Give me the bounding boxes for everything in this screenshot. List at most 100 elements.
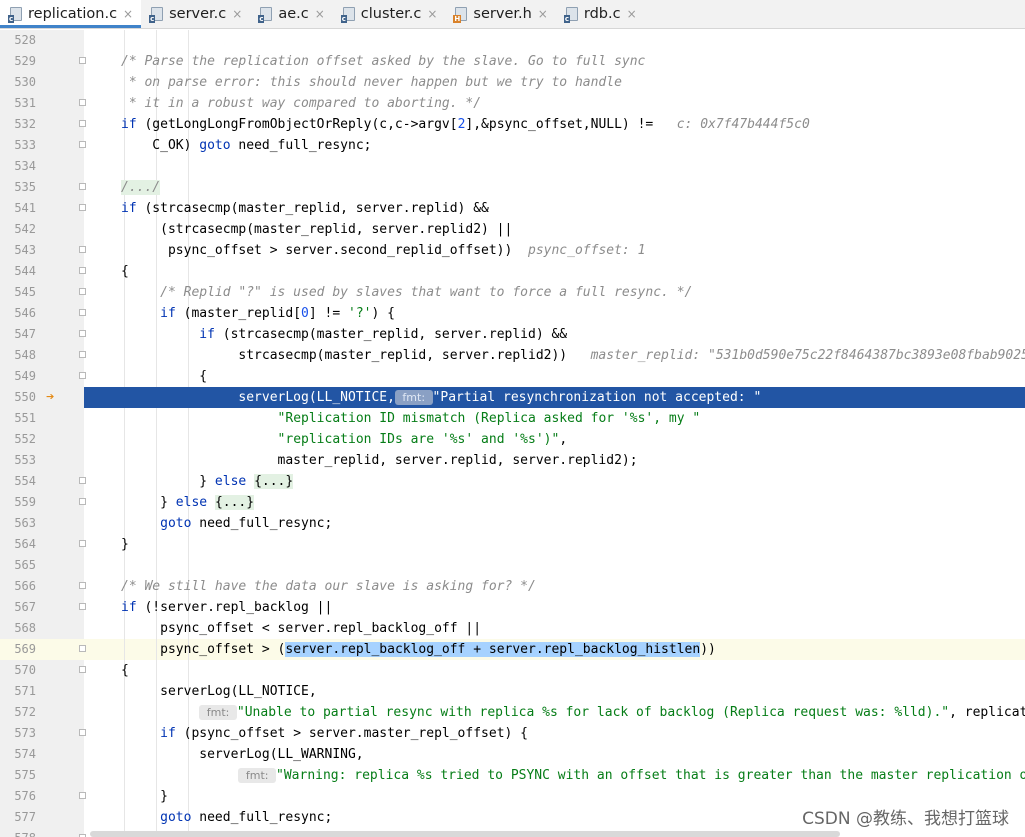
fold-marker-icon[interactable] — [79, 477, 86, 484]
fold-marker-icon[interactable] — [79, 120, 86, 127]
code-line[interactable]: 534 — [0, 156, 1025, 177]
code-line[interactable]: 575 fmt: "Warning: replica %s tried to P… — [0, 765, 1025, 786]
gutter[interactable]: 528 — [0, 30, 84, 51]
gutter[interactable]: 552 — [0, 429, 84, 450]
code-line[interactable]: 551 "Replication ID mismatch (Replica as… — [0, 408, 1025, 429]
code-editor[interactable]: 528 529 /* Parse the replication offset as… — [0, 30, 1025, 837]
code-line[interactable]: 544 { — [0, 261, 1025, 282]
gutter[interactable]: 572 — [0, 702, 84, 723]
gutter[interactable]: 542 — [0, 219, 84, 240]
tab-cluster-c[interactable]: c cluster.c × — [333, 0, 446, 28]
code-line[interactable]: 559 } else {...} — [0, 492, 1025, 513]
fold-marker-icon[interactable] — [79, 141, 86, 148]
code-line[interactable]: 531 * it in a robust way compared to abo… — [0, 93, 1025, 114]
code-line[interactable]: 569 psync_offset > (server.repl_backlog_… — [0, 639, 1025, 660]
code-line[interactable]: 574 serverLog(LL_WARNING, — [0, 744, 1025, 765]
folded-region[interactable]: {...} — [214, 495, 255, 510]
gutter[interactable]: 571 — [0, 681, 84, 702]
tab-rdb-c[interactable]: c rdb.c × — [556, 0, 645, 28]
fold-marker-icon[interactable] — [79, 330, 86, 337]
fold-marker-icon[interactable] — [79, 498, 86, 505]
gutter[interactable]: 559 — [0, 492, 84, 513]
gutter[interactable]: 544 — [0, 261, 84, 282]
gutter[interactable]: 577 — [0, 807, 84, 828]
gutter[interactable]: 578 — [0, 828, 84, 837]
gutter[interactable]: 546 — [0, 303, 84, 324]
code-line[interactable]: 528 — [0, 30, 1025, 51]
fold-marker-icon[interactable] — [79, 183, 86, 190]
close-icon[interactable]: × — [427, 7, 437, 21]
gutter[interactable]: 550 ➔ — [0, 387, 84, 408]
code-line[interactable]: 566 /* We still have the data our slave i… — [0, 576, 1025, 597]
gutter[interactable]: 565 — [0, 555, 84, 576]
code-line[interactable]: 533 C_OK) goto need_full_resync; — [0, 135, 1025, 156]
gutter[interactable]: 573 — [0, 723, 84, 744]
gutter[interactable]: 563 — [0, 513, 84, 534]
close-icon[interactable]: × — [627, 7, 637, 21]
code-line[interactable]: 553 master_replid, server.replid, server… — [0, 450, 1025, 471]
fold-marker-icon[interactable] — [79, 351, 86, 358]
gutter[interactable]: 541 — [0, 198, 84, 219]
close-icon[interactable]: × — [315, 7, 325, 21]
tab-ae-c[interactable]: c ae.c × — [250, 0, 332, 28]
code-line[interactable]: 572 fmt: "Unable to partial resync with … — [0, 702, 1025, 723]
tab-server-c[interactable]: c server.c × — [141, 0, 250, 28]
code-line[interactable]: 552 "replication IDs are '%s' and '%s')"… — [0, 429, 1025, 450]
gutter[interactable]: 543 — [0, 240, 84, 261]
fold-marker-icon[interactable] — [79, 267, 86, 274]
tab-server-h[interactable]: Hserver.h × — [445, 0, 555, 28]
fold-marker-icon[interactable] — [79, 792, 86, 799]
code-line[interactable]: 541 if (strcasecmp(master_replid, server.… — [0, 198, 1025, 219]
code-line[interactable]: 532 if (getLongLongFromObjectOrReply(c,c-… — [0, 114, 1025, 135]
code-line[interactable]: 529 /* Parse the replication offset asked… — [0, 51, 1025, 72]
code-line[interactable]: 568 psync_offset < server.repl_backlog_o… — [0, 618, 1025, 639]
gutter[interactable]: 530 — [0, 72, 84, 93]
code-line[interactable]: 554 } else {...} — [0, 471, 1025, 492]
fold-marker-icon[interactable] — [79, 540, 86, 547]
code-line[interactable]: 530 * on parse error: this should never … — [0, 72, 1025, 93]
gutter[interactable]: 567 — [0, 597, 84, 618]
code-line[interactable]: 570 { — [0, 660, 1025, 681]
gutter[interactable]: 551 — [0, 408, 84, 429]
code-line[interactable]: 546 if (master_replid[0] != '?') { — [0, 303, 1025, 324]
code-line[interactable]: 535 /.../ — [0, 177, 1025, 198]
code-line[interactable]: 564} — [0, 534, 1025, 555]
close-icon[interactable]: × — [232, 7, 242, 21]
fold-marker-icon[interactable] — [79, 309, 86, 316]
fold-marker-icon[interactable] — [79, 729, 86, 736]
gutter[interactable]: 570 — [0, 660, 84, 681]
gutter[interactable]: 566 — [0, 576, 84, 597]
gutter[interactable]: 531 — [0, 93, 84, 114]
code-line[interactable]: 571 serverLog(LL_NOTICE, — [0, 681, 1025, 702]
code-line[interactable]: 573 if (psync_offset > server.master_rep… — [0, 723, 1025, 744]
code-line[interactable]: 565 — [0, 555, 1025, 576]
gutter[interactable]: 568 — [0, 618, 84, 639]
gutter[interactable]: 575 — [0, 765, 84, 786]
gutter[interactable]: 535 — [0, 177, 84, 198]
gutter[interactable]: 534 — [0, 156, 84, 177]
gutter[interactable]: 564 — [0, 534, 84, 555]
gutter[interactable]: 548 — [0, 345, 84, 366]
folded-region[interactable]: {...} — [254, 474, 294, 489]
gutter[interactable]: 554 — [0, 471, 84, 492]
gutter[interactable]: 532 — [0, 114, 84, 135]
fold-marker-icon[interactable] — [79, 603, 86, 610]
code-line[interactable]: 550 ➔ serverLog(LL_NOTICE, fmt: "Partial … — [0, 387, 1025, 408]
gutter[interactable]: 549 — [0, 366, 84, 387]
gutter[interactable]: 529 — [0, 51, 84, 72]
code-line[interactable]: 549 { — [0, 366, 1025, 387]
code-line[interactable]: 545 /* Replid "?" is used by slaves that… — [0, 282, 1025, 303]
code-line[interactable]: 547 if (strcasecmp(master_replid, server… — [0, 324, 1025, 345]
fold-marker-icon[interactable] — [79, 288, 86, 295]
gutter[interactable]: 553 — [0, 450, 84, 471]
fold-marker-icon[interactable] — [79, 204, 86, 211]
gutter[interactable]: 533 — [0, 135, 84, 156]
fold-marker-icon[interactable] — [79, 372, 86, 379]
code-line[interactable]: 542 (strcasecmp(master_replid, server.re… — [0, 219, 1025, 240]
gutter[interactable]: 547 — [0, 324, 84, 345]
fold-marker-icon[interactable] — [79, 582, 86, 589]
fold-marker-icon[interactable] — [79, 645, 86, 652]
tab-replication-c[interactable]: c replication.c × — [0, 0, 142, 28]
close-icon[interactable]: × — [123, 7, 133, 21]
horizontal-scrollbar[interactable] — [90, 831, 840, 837]
